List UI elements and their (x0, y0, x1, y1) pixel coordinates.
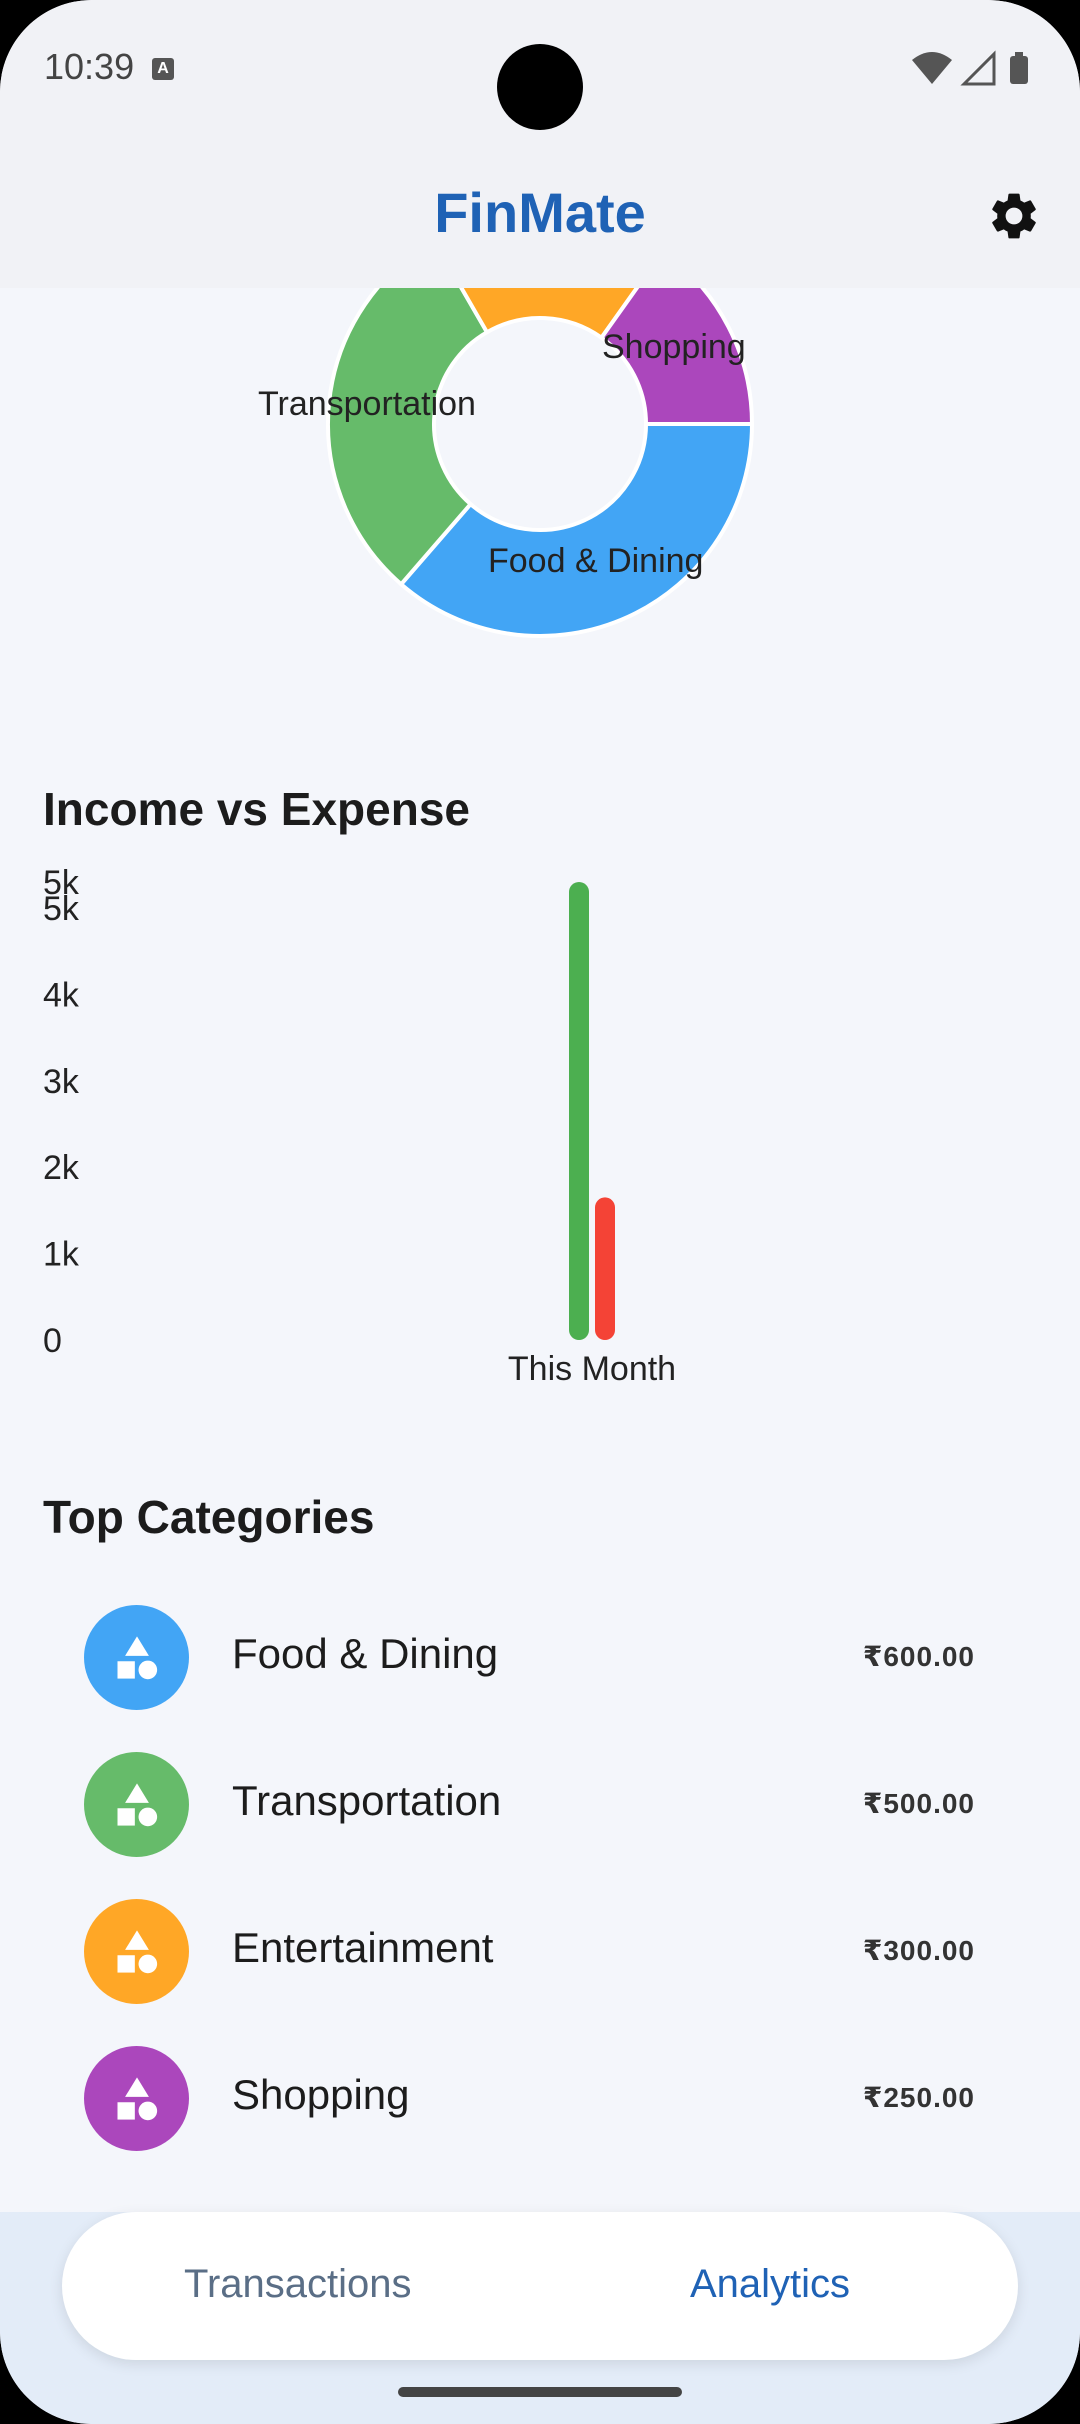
category-shapes-icon (84, 1605, 189, 1710)
y-tick-label: 0 (43, 1322, 62, 1360)
category-donut-chart: Shopping Transportation Food & Dining (0, 288, 1080, 708)
category-row-shopping[interactable]: Shopping ₹250.00 (0, 2029, 1080, 2176)
signal-icon (960, 50, 996, 86)
category-amount: ₹500.00 (862, 1788, 975, 1819)
top-categories-title: Top Categories (43, 1491, 375, 1543)
income-expense-bar-chart: 01k2k3k4k5k5k This Month (43, 864, 676, 1388)
y-tick-label: 1k (43, 1236, 80, 1274)
screen: 10:39 A FinMate Shopping Transportation … (0, 0, 1080, 2424)
donut-label-shopping: Shopping (602, 328, 746, 366)
category-row-entertainment[interactable]: Entertainment ₹300.00 (0, 1882, 1080, 2029)
category-shapes-icon (84, 1899, 189, 2004)
status-icons (912, 50, 1028, 86)
category-name: Shopping (232, 2071, 410, 2118)
donut-label-food: Food & Dining (488, 542, 703, 580)
tab-analytics[interactable]: Analytics (690, 2262, 850, 2307)
category-shapes-icon (84, 2046, 189, 2151)
donut-label-transportation: Transportation (258, 385, 476, 423)
status-bar: 10:39 A (0, 0, 1080, 140)
category-amount: ₹600.00 (862, 1641, 975, 1672)
app-bar: FinMate (0, 140, 1080, 288)
category-name: Transportation (232, 1777, 502, 1824)
category-list: Food & Dining ₹600.00 Transportation ₹50… (0, 1588, 1080, 2176)
donut-segment (398, 422, 755, 638)
income-bar (569, 882, 589, 1340)
home-indicator (398, 2387, 682, 2397)
x-category-label: This Month (508, 1350, 676, 1388)
bottom-nav: Transactions Analytics (62, 2212, 1018, 2360)
app-title: FinMate (434, 181, 646, 244)
category-amount: ₹300.00 (862, 1935, 975, 1966)
y-tick-label: 3k (43, 1063, 80, 1101)
gear-icon[interactable] (986, 188, 1042, 244)
category-name: Entertainment (232, 1924, 494, 1971)
status-time: 10:39 (44, 46, 135, 87)
category-row-transportation[interactable]: Transportation ₹500.00 (0, 1735, 1080, 1882)
expense-bar (595, 1197, 615, 1340)
category-amount: ₹250.00 (862, 2082, 975, 2113)
y-tick-label: 4k (43, 976, 80, 1014)
wifi-icon (912, 52, 952, 84)
donut-svg: Shopping Transportation Food & Dining (258, 288, 755, 638)
a-box-icon: A (152, 58, 174, 80)
category-shapes-icon (84, 1752, 189, 1857)
category-row-food[interactable]: Food & Dining ₹600.00 (0, 1588, 1080, 1735)
category-name: Food & Dining (232, 1630, 499, 1677)
income-vs-expense-title: Income vs Expense (43, 783, 470, 835)
y-tick-label: 2k (43, 1149, 80, 1187)
battery-icon (1010, 56, 1028, 84)
camera-cutout (497, 44, 583, 130)
tab-transactions[interactable]: Transactions (184, 2262, 412, 2307)
y-tick-label: 5k (43, 864, 80, 902)
